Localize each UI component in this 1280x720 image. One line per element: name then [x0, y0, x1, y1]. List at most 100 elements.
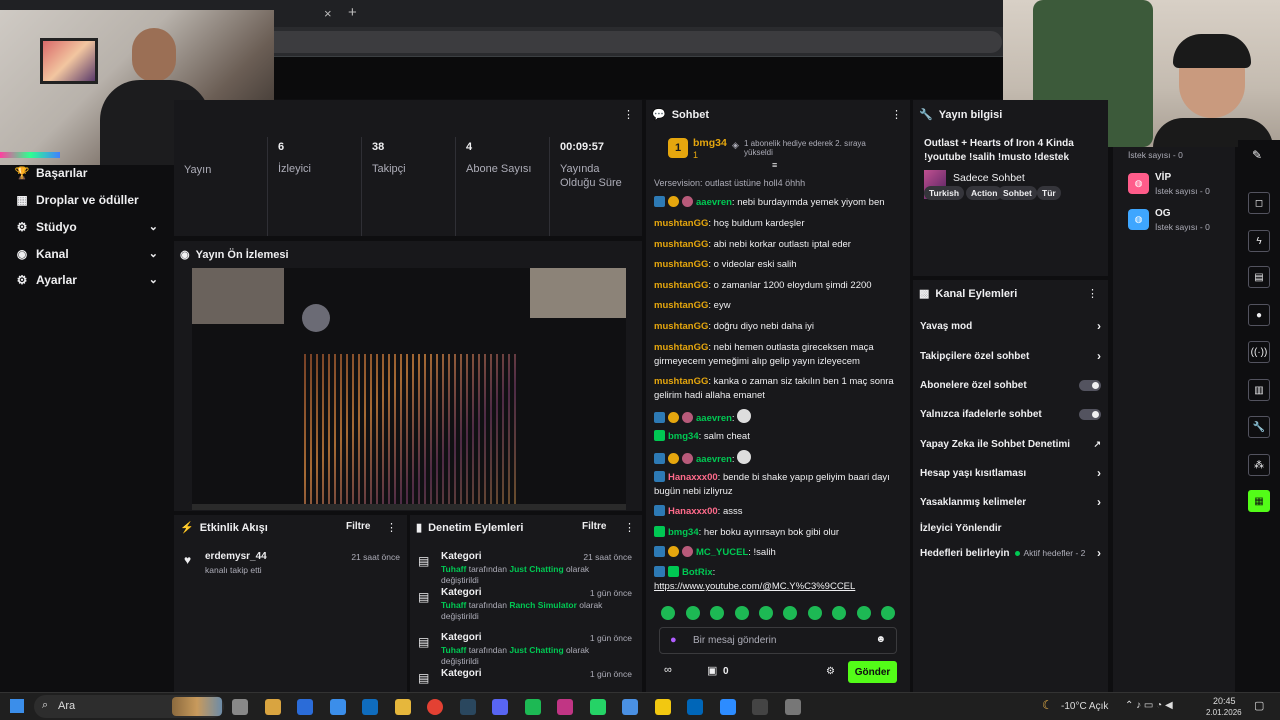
channel-actions-panel: ▩ Kanal Eylemleri ⋮ — [913, 280, 1108, 692]
settings-gear-icon[interactable]: ⚙ — [826, 666, 835, 677]
channel-action-item[interactable]: Hedefleri belirleyin Aktif hedefler - 2 › — [920, 544, 1105, 562]
lightning-icon[interactable]: ϟ — [1248, 230, 1270, 252]
clock-time[interactable]: 20:45 — [1213, 696, 1236, 706]
chat-username[interactable]: BotRix — [682, 567, 713, 578]
emoji-icon[interactable]: ☻ — [875, 634, 886, 645]
emote-icon[interactable] — [832, 606, 846, 620]
role-name[interactable]: VİP — [1155, 172, 1171, 183]
tag-chip[interactable]: Turkish — [924, 186, 965, 200]
notification-icon[interactable]: ▢ — [1254, 699, 1264, 712]
edge-dev-icon[interactable] — [329, 699, 346, 715]
sidebar-item[interactable]: ⚙ Stüdyo ⌄ — [0, 213, 172, 240]
chat-icon[interactable]: ● — [1248, 304, 1270, 326]
collapse-icon[interactable]: ≡ — [772, 160, 777, 170]
layout-icon[interactable]: ▥ — [1248, 379, 1270, 401]
chat-message: bmg34: salm cheat — [654, 430, 904, 444]
toggle-switch[interactable] — [1079, 379, 1101, 391]
chat-username[interactable]: mushtanGG — [654, 376, 708, 387]
vscode-icon[interactable] — [687, 699, 703, 715]
viewers-icon[interactable]: ∞ — [664, 664, 672, 676]
chat-username[interactable]: mushtanGG — [654, 239, 708, 250]
channel-actions-more-icon[interactable]: ⋮ — [1087, 287, 1098, 300]
chat-input[interactable]: ● Bir mesaj gönderin ☻ — [659, 627, 897, 654]
windows-start-icon[interactable] — [10, 699, 24, 713]
new-tab-button[interactable]: + — [348, 4, 357, 21]
app-icon[interactable] — [784, 699, 801, 715]
chat-username[interactable]: MC_YUCEL — [696, 547, 748, 558]
chat-username[interactable]: aaevren — [696, 413, 732, 424]
chat-username[interactable]: mushtanGG — [654, 218, 708, 229]
toggle-switch[interactable] — [1079, 408, 1101, 420]
chat-username[interactable]: aaevren — [696, 197, 732, 208]
sidebar-item[interactable]: ▦ Droplar ve ödüller — [0, 186, 172, 213]
url-input[interactable] — [180, 31, 1002, 53]
obs-icon[interactable] — [752, 699, 768, 715]
task-view-icon[interactable] — [232, 699, 248, 715]
clapperboard-icon[interactable]: ▦ — [1248, 490, 1270, 512]
channel-action-item[interactable]: Yasaklanmış kelimeler › — [920, 493, 1105, 511]
chat-username[interactable]: mushtanGG — [654, 342, 708, 353]
edit-icon[interactable]: ✎ — [1252, 148, 1262, 162]
taskbar-search[interactable]: ⌕ Ara — [34, 695, 224, 718]
chat-username[interactable]: Hanaxxx00 — [668, 506, 718, 517]
stream-preview-video[interactable] — [192, 268, 626, 510]
channel-action-item[interactable]: İzleyici Yönlendir — [920, 519, 1105, 537]
chat-username[interactable]: mushtanGG — [654, 300, 708, 311]
tag-chip[interactable]: Tür — [1037, 186, 1061, 200]
notes-icon[interactable] — [654, 699, 671, 715]
emote-icon[interactable] — [881, 606, 895, 620]
sidebar-item[interactable]: ⚙ Ayarlar ⌄ — [0, 266, 172, 293]
tray-icons[interactable]: ⌃ ♪ ▭ ◔ ◀ — [1125, 700, 1173, 711]
channel-action-item[interactable]: Abonelere özel sohbet — [920, 376, 1105, 394]
mic-icon[interactable]: ● — [670, 634, 677, 646]
weather-text[interactable]: -10°C Açık — [1061, 701, 1108, 712]
chat-link[interactable]: https://www.youtube.com/@MC.Y%C3%9CCEL — [654, 580, 904, 594]
tag-chip[interactable]: Sohbet — [998, 186, 1037, 200]
emote-icon[interactable] — [661, 606, 675, 620]
emote-icon[interactable] — [783, 606, 797, 620]
channel-action-item[interactable]: Takipçilere özel sohbet › — [920, 347, 1105, 365]
activity-more-icon[interactable]: ⋮ — [386, 521, 397, 534]
channel-action-item[interactable]: Hesap yaşı kısıtlaması › — [920, 464, 1105, 482]
share-icon[interactable]: ⁂ — [1248, 454, 1270, 476]
clipboard-icon[interactable]: ▤ — [1248, 266, 1270, 288]
edge-icon[interactable] — [297, 699, 313, 715]
emote-icon[interactable] — [759, 606, 773, 620]
chat-username[interactable]: bmg34 — [668, 527, 699, 538]
emote-icon[interactable] — [686, 606, 700, 620]
activity-filter-button[interactable]: Filtre — [346, 521, 370, 532]
emote-icon[interactable] — [710, 606, 724, 620]
chat-username[interactable]: aaevren — [696, 454, 732, 465]
sidebar-item[interactable]: ◉ Kanal ⌄ — [0, 240, 172, 267]
broadcast-icon[interactable]: ((·)) — [1248, 341, 1270, 363]
emote-icon[interactable] — [857, 606, 871, 620]
record-icon[interactable]: ◻ — [1248, 192, 1270, 214]
gift-box-icon[interactable]: ▣ — [707, 664, 717, 677]
outlook-icon[interactable] — [362, 699, 378, 715]
moderation-filter-button[interactable]: Filtre — [582, 521, 606, 532]
role-name[interactable]: OG — [1155, 208, 1171, 219]
tag-chip[interactable]: Action — [966, 186, 1003, 200]
channel-action-item[interactable]: Yapay Zeka ile Sohbet Denetimi ↗ — [920, 435, 1105, 453]
stat-label: Yayın — [184, 164, 212, 176]
emote-icon[interactable] — [808, 606, 822, 620]
chat-username[interactable]: bmg34 — [668, 431, 699, 442]
clock-date[interactable]: 2.01.2026 — [1206, 708, 1242, 717]
tab-close-button[interactable]: × — [324, 6, 332, 21]
channel-action-item[interactable]: Yalnızca ifadelerle sohbet — [920, 405, 1105, 423]
chat-username[interactable]: Hanaxxx00 — [668, 472, 718, 483]
chat-username[interactable]: mushtanGG — [654, 280, 708, 291]
chat-username[interactable]: mushtanGG — [654, 259, 708, 270]
send-button[interactable]: Gönder — [848, 661, 897, 683]
more-icon[interactable]: ⋮ — [623, 108, 634, 121]
moderation-more-icon[interactable]: ⋮ — [624, 521, 635, 534]
wrench-icon[interactable]: 🔧 — [1248, 416, 1270, 438]
chat-username[interactable]: mushtanGG — [654, 321, 708, 332]
files-icon[interactable] — [394, 699, 411, 715]
emote-icon[interactable] — [735, 606, 749, 620]
copilot-icon[interactable] — [264, 699, 281, 715]
sidebar-item[interactable]: 🏆 Başarılar — [0, 159, 172, 186]
channel-action-item[interactable]: Yavaş mod › — [920, 317, 1105, 335]
chat-more-icon[interactable]: ⋮ — [891, 108, 902, 121]
zoom-icon[interactable] — [719, 699, 736, 715]
